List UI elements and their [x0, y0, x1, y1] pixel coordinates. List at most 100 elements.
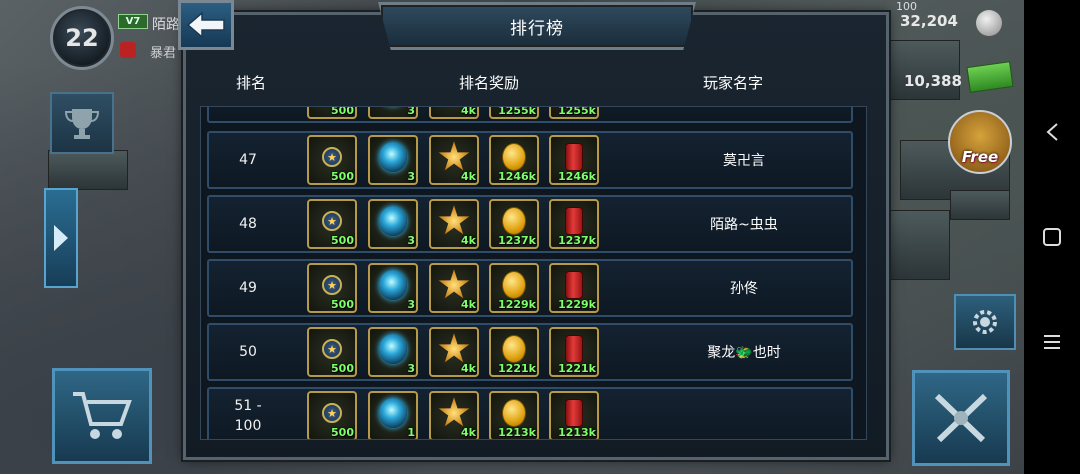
player-name — [639, 389, 849, 439]
reward-quantity: 4k — [461, 106, 476, 117]
player-name — [639, 107, 849, 121]
reward-slot[interactable]: ★500 — [307, 135, 357, 185]
reward-quantity: 4k — [461, 426, 476, 439]
reward-slot[interactable]: 1213k — [549, 391, 599, 439]
reward-quantity: 3 — [407, 234, 415, 247]
reward-quantity: 4k — [461, 362, 476, 375]
leaderboard-list[interactable]: ★50034k1255k1255k47★50034k1246k1246k莫卍言4… — [200, 106, 867, 440]
player-level-badge[interactable]: 22 — [50, 6, 114, 70]
reward-slot[interactable]: 1246k — [549, 135, 599, 185]
rank-number — [209, 107, 287, 121]
reward-quantity: 500 — [331, 106, 354, 117]
nav-home-button[interactable] — [1024, 217, 1080, 257]
energy-orb-icon — [379, 206, 407, 237]
rank-number: 49 — [239, 280, 257, 296]
arrow-right-icon — [54, 225, 68, 251]
reward-quantity: 4k — [461, 298, 476, 311]
reward-quantity: 3 — [407, 298, 415, 311]
reward-quantity: 3 — [407, 106, 415, 117]
gold-coin-icon — [502, 143, 526, 172]
leaderboard-row[interactable]: 50 ★ 500 3 4k 1221k 1221k 聚龙🐲也时 — [207, 323, 853, 381]
reward-quantity: 1221k — [558, 362, 596, 375]
reward-quantity: 1255k — [498, 106, 536, 117]
reward-slot[interactable]: 4k — [429, 199, 479, 249]
trophy-button[interactable] — [50, 92, 114, 154]
reward-slot[interactable]: 4k — [429, 263, 479, 313]
reward-slot[interactable]: 1221k — [489, 327, 539, 377]
reward-slot[interactable]: 3 — [368, 106, 418, 119]
reward-slot[interactable]: ★500 — [307, 263, 357, 313]
leaderboard-row[interactable]: 51 - 100 ★ 500 1 4k 1213k 1213k — [207, 387, 853, 439]
gold-star-medal-icon — [438, 141, 470, 171]
reward-slot[interactable]: 1246k — [489, 135, 539, 185]
shop-button[interactable] — [52, 368, 152, 464]
settings-button[interactable] — [954, 294, 1016, 350]
reward-quantity: 1213k — [498, 426, 536, 439]
reward-quantity: 1237k — [558, 234, 596, 247]
rank-number: 48 — [239, 216, 257, 232]
close-leaderboard-button[interactable] — [178, 0, 234, 50]
reward-slot[interactable]: ★500 — [307, 199, 357, 249]
reward-slot[interactable]: ★500 — [307, 391, 357, 439]
energy-orb-icon — [379, 398, 407, 429]
gold-star-medal-icon — [438, 205, 470, 235]
home-square-icon — [1043, 228, 1061, 246]
player-name: 聚龙🐲也时 — [707, 345, 781, 361]
reward-slot[interactable]: 3 — [368, 135, 418, 185]
reward-slot[interactable]: 4k — [429, 327, 479, 377]
reward-quantity: 1221k — [498, 362, 536, 375]
reward-slot[interactable]: 1255k — [489, 106, 539, 119]
reward-quantity: 500 — [331, 426, 354, 439]
player-name: 陌路~虫虫 — [710, 217, 778, 233]
cash-resource-amount: 10,388 — [904, 72, 962, 90]
hud-player-name: 陌路 — [152, 17, 180, 33]
reward-slot[interactable]: 1237k — [549, 199, 599, 249]
gold-coin-icon — [502, 207, 526, 236]
reward-slot[interactable]: 1 — [368, 391, 418, 439]
reward-quantity: 500 — [331, 362, 354, 375]
free-gift-button[interactable]: Free — [948, 110, 1012, 174]
gold-star-medal-icon — [438, 333, 470, 363]
gold-coin-icon — [502, 271, 526, 300]
reward-slot[interactable]: 4k — [429, 135, 479, 185]
reward-quantity: 1 — [407, 426, 415, 439]
reward-quantity: 1255k — [558, 106, 596, 117]
reward-quantity: 1237k — [498, 234, 536, 247]
reward-quantity: 500 — [331, 234, 354, 247]
leaderboard-row[interactable]: 48 ★ 500 3 4k 1237k 1237k 陌路~虫虫 — [207, 195, 853, 253]
side-panel-toggle[interactable] — [44, 188, 78, 288]
reward-slot[interactable]: 3 — [368, 199, 418, 249]
reward-slot[interactable]: 1213k — [489, 391, 539, 439]
nav-recents-button[interactable] — [1024, 322, 1080, 362]
back-chevron-icon — [1046, 123, 1058, 141]
back-arrow-icon — [186, 11, 225, 39]
reward-quantity: 1246k — [558, 170, 596, 183]
trophy-icon — [64, 109, 100, 139]
energy-orb-icon — [379, 334, 407, 365]
reward-slot[interactable]: 3 — [368, 263, 418, 313]
star-medal-icon: ★ — [322, 147, 342, 168]
free-gift-label: Free — [961, 148, 999, 166]
battle-button[interactable] — [912, 370, 1010, 466]
reward-slot[interactable]: 3 — [368, 327, 418, 377]
leaderboard-row[interactable]: ★500 3 4k 1255k 1255k — [207, 106, 853, 123]
header-player-name: 玩家名字 — [703, 74, 764, 92]
header-rewards: 排名奖励 — [459, 74, 520, 92]
reward-slot[interactable]: 1237k — [489, 199, 539, 249]
star-medal-icon: ★ — [322, 339, 342, 360]
reward-slot[interactable]: ★ 500 — [307, 327, 357, 377]
reward-slot[interactable]: ★500 — [307, 106, 357, 119]
reward-slot[interactable]: 4k — [429, 106, 479, 119]
reward-slot[interactable]: 1255k — [549, 106, 599, 119]
leaderboard-row[interactable]: 47 ★ 500 3 4k 1246k 1246k 莫卍言 — [207, 131, 853, 189]
silver-coin-icon — [976, 10, 1002, 36]
android-navigation-bar — [1024, 0, 1080, 474]
star-medal-icon: ★ — [322, 275, 342, 296]
reward-slot[interactable]: 1229k — [489, 263, 539, 313]
reward-slot[interactable]: 1221k — [549, 327, 599, 377]
reward-slot[interactable]: 1229k — [549, 263, 599, 313]
nav-back-button[interactable] — [1024, 112, 1080, 152]
leaderboard-row[interactable]: 49 ★ 500 3 4k 1229k 1229k 孙佟 — [207, 259, 853, 317]
reward-slot[interactable]: 4k — [429, 391, 479, 439]
reward-quantity: 1246k — [498, 170, 536, 183]
